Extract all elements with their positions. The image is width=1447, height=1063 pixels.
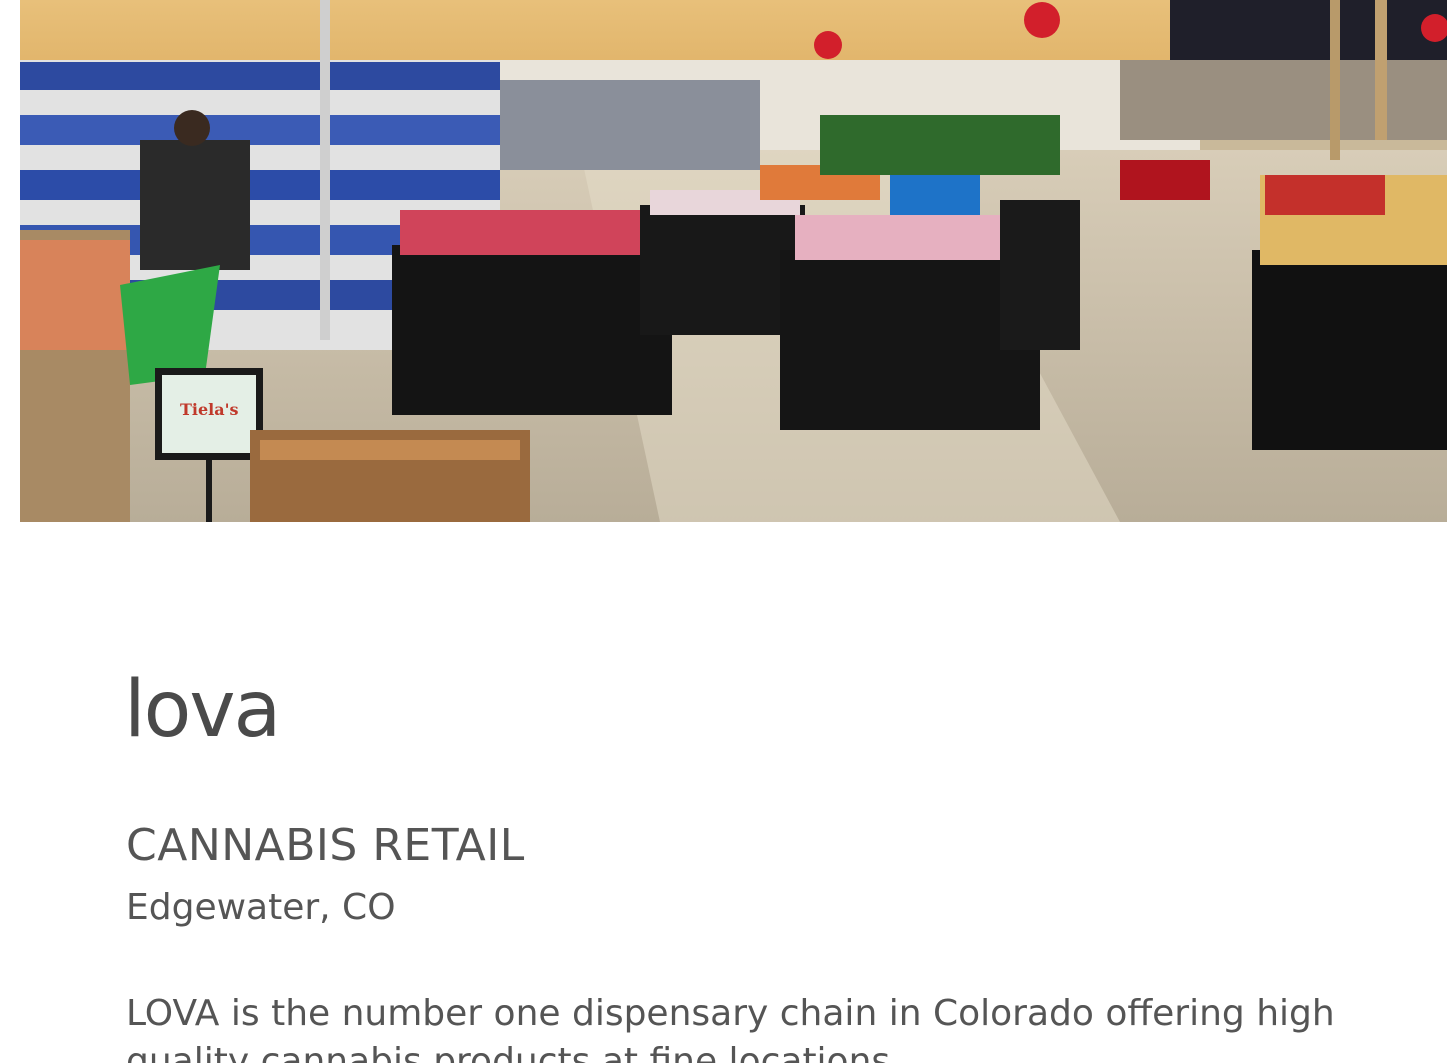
- company-category: CANNABIS RETAIL: [126, 820, 525, 871]
- store-interior-image: Tiela's: [20, 0, 1447, 522]
- sign-text: Tiela's: [180, 400, 239, 419]
- company-location: Edgewater, CO: [126, 887, 396, 928]
- company-name: lova: [124, 665, 281, 755]
- company-description: LOVA is the number one dispensary chain …: [126, 993, 1335, 1063]
- hero-photo: Tiela's: [20, 0, 1447, 522]
- company-profile-page: Tiela's lova CANNABIS RETAIL Edgewater, …: [0, 0, 1447, 1063]
